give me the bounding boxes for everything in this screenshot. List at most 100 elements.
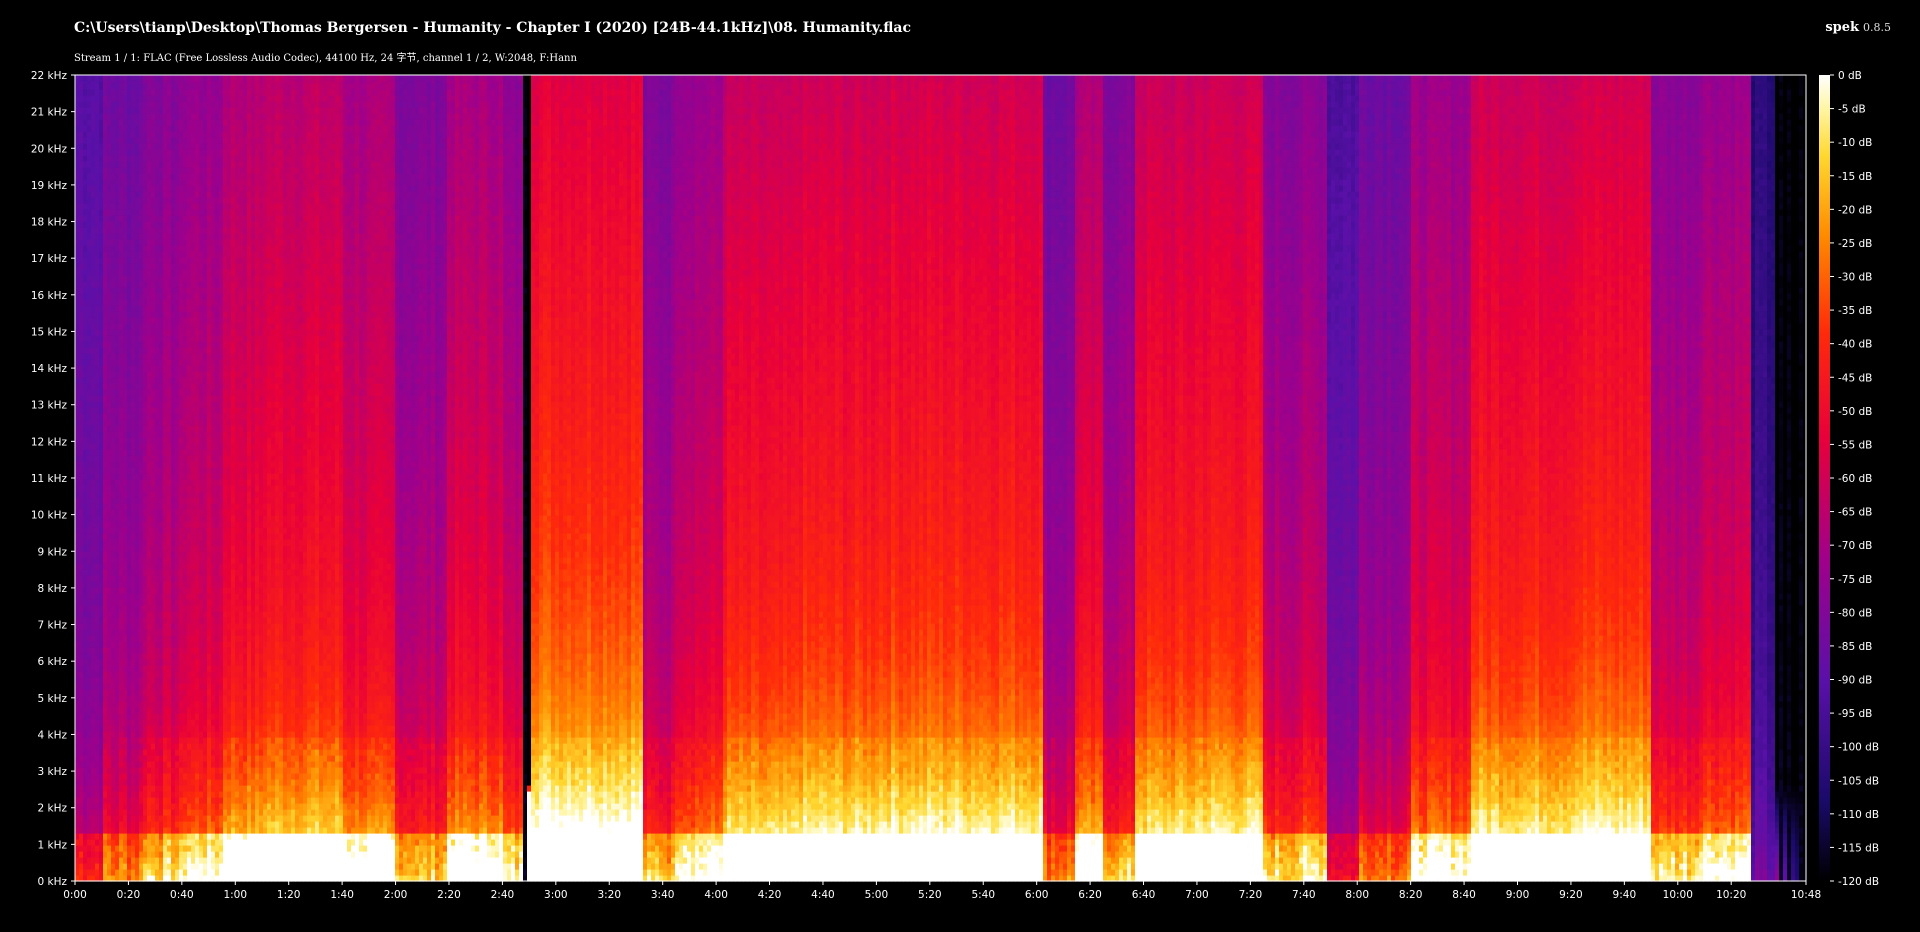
spectrogram-cell	[95, 683, 100, 690]
spectrogram-cell	[115, 221, 120, 228]
spectrogram-cell	[183, 515, 188, 522]
spectrogram-cell	[115, 533, 120, 540]
spectrogram-cell	[139, 101, 144, 108]
spectrogram-cell	[135, 509, 140, 516]
spectrogram-cell	[179, 107, 184, 114]
spectrogram-cell	[127, 353, 132, 360]
spectrogram-cell	[103, 131, 108, 138]
spectrogram-cell	[123, 551, 128, 558]
spectrogram-cell	[87, 245, 92, 252]
spectrogram-cell	[115, 143, 120, 150]
spectrogram-cell	[95, 191, 100, 198]
spectrogram-cell	[135, 725, 140, 732]
spectrogram-cell	[123, 755, 128, 762]
spectrogram-cell	[75, 263, 80, 270]
spectrogram-cell	[107, 221, 112, 228]
spectrogram-cell	[143, 341, 148, 348]
spectrogram-cell	[143, 611, 148, 618]
spectrogram-cell	[135, 821, 140, 828]
spectrogram-cell	[83, 317, 88, 324]
spectrogram-cell	[175, 551, 180, 558]
spectrogram-cell	[167, 515, 172, 522]
spectrogram-cell	[171, 863, 176, 870]
spectrogram-cell	[123, 449, 128, 456]
spectrogram-cell	[139, 755, 144, 762]
spectrogram-cell	[151, 149, 156, 156]
spectrogram-cell	[171, 209, 176, 216]
spectrogram-cell	[127, 527, 132, 534]
spectrogram-cell	[151, 227, 156, 234]
spectrogram-cell	[135, 599, 140, 606]
spectrogram-cell	[119, 251, 124, 258]
spectrogram-cell	[99, 167, 104, 174]
spectrogram-cell	[95, 731, 100, 738]
spectrogram-cell	[111, 551, 116, 558]
spectrogram-cell	[163, 173, 168, 180]
spectrogram-cell	[155, 263, 160, 270]
spectrogram-cell	[111, 329, 116, 336]
spectrogram-cell	[155, 473, 160, 480]
spectrogram-cell	[103, 641, 108, 648]
spectrogram-cell	[87, 845, 92, 852]
spectrogram-cell	[95, 737, 100, 744]
spectrogram-cell	[83, 323, 88, 330]
spectrogram-cell	[107, 605, 112, 612]
spectrogram-cell	[147, 839, 152, 846]
spectrogram-cell	[167, 605, 172, 612]
spectrogram-cell	[151, 323, 156, 330]
spectrogram-cell	[119, 779, 124, 786]
spectrogram-cell	[115, 497, 120, 504]
spectrogram-cell	[151, 665, 156, 672]
spectrogram-cell	[91, 413, 96, 420]
spectrogram-cell	[175, 749, 180, 756]
spectrogram-cell	[179, 509, 184, 516]
spectrogram-cell	[159, 239, 164, 246]
spectrogram-cell	[175, 251, 180, 258]
spectrogram-cell	[119, 701, 124, 708]
spectrogram-cell	[83, 827, 88, 834]
spectrogram-cell	[167, 761, 172, 768]
spectrogram-cell	[175, 167, 180, 174]
spectrogram-cell	[175, 527, 180, 534]
spectrogram-cell	[123, 317, 128, 324]
spectrogram-cell	[87, 581, 92, 588]
spectrogram-cell	[127, 473, 132, 480]
spectrogram-cell	[107, 443, 112, 450]
spectrogram-cell	[175, 311, 180, 318]
spectrogram-cell	[183, 665, 188, 672]
spectrogram-cell	[183, 395, 188, 402]
spectrogram-cell	[179, 599, 184, 606]
spectrogram-cell	[131, 131, 136, 138]
spectrogram-cell	[135, 131, 140, 138]
spectrogram-cell	[107, 425, 112, 432]
spectrogram-cell	[167, 233, 172, 240]
spectrogram-cell	[83, 557, 88, 564]
spectrogram-cell	[95, 125, 100, 132]
spectrogram-cell	[115, 215, 120, 222]
spectrogram-cell	[107, 329, 112, 336]
spectrogram-cell	[79, 671, 84, 678]
spectrogram-cell	[127, 599, 132, 606]
spectrogram-cell	[163, 527, 168, 534]
spectrogram-cell	[179, 281, 184, 288]
spectrogram-cell	[175, 149, 180, 156]
spectrogram-cell	[139, 629, 144, 636]
spectrogram-cell	[87, 683, 92, 690]
spectrogram-cell	[127, 485, 132, 492]
spectrogram-cell	[127, 545, 132, 552]
spectrogram-cell	[163, 263, 168, 270]
spectrogram-cell	[143, 497, 148, 504]
spectrogram-cell	[107, 761, 112, 768]
spectrogram-cell	[127, 239, 132, 246]
spectrogram-cell	[99, 209, 104, 216]
spectrogram-cell	[143, 431, 148, 438]
spectrogram-cell	[83, 527, 88, 534]
spectrogram-cell	[123, 689, 128, 696]
spectrogram-cell	[75, 419, 80, 426]
spectrogram-cell	[159, 653, 164, 660]
spectrogram-cell	[111, 173, 116, 180]
spectrogram-cell	[151, 443, 156, 450]
spectrogram-cell	[95, 869, 100, 876]
spectrogram-cell	[159, 395, 164, 402]
spectrogram-cell	[139, 695, 144, 702]
